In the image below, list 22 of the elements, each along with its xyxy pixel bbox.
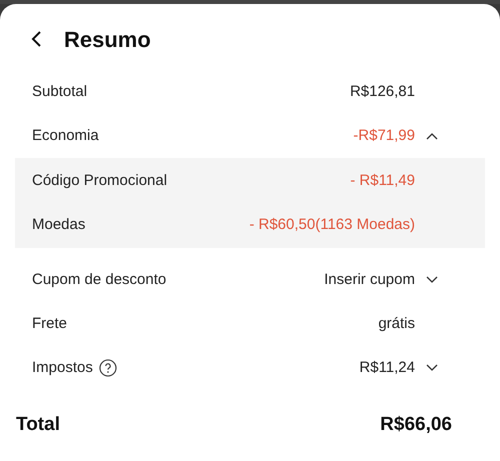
- row-label: Frete: [32, 314, 68, 334]
- row-value: -R$71,99: [353, 126, 415, 146]
- total-value: R$66,06: [380, 412, 452, 437]
- row-value: grátis: [378, 314, 415, 334]
- row-label: Subtotal: [32, 82, 88, 102]
- row-label: Código Promocional: [32, 170, 168, 191]
- chevron-down-icon[interactable]: [426, 364, 438, 372]
- row-label: Impostos: [32, 358, 93, 378]
- back-icon[interactable]: [30, 30, 42, 48]
- row-value: Inserir cupom: [324, 270, 415, 290]
- chevron-up-icon[interactable]: [426, 132, 438, 140]
- row-value: R$11,24: [359, 358, 415, 378]
- help-icon[interactable]: [98, 359, 117, 377]
- page-title: Resumo: [64, 26, 151, 54]
- row-value: - R$11,49: [350, 170, 415, 191]
- row-value: - R$60,50(1163 Moedas): [249, 214, 415, 235]
- row-label: Cupom de desconto: [32, 270, 166, 290]
- row-value: R$126,81: [350, 82, 415, 102]
- chevron-down-icon[interactable]: [426, 276, 438, 284]
- row-label: Economia: [32, 126, 99, 146]
- total-label: Total: [16, 412, 60, 437]
- row-label: Moedas: [32, 214, 86, 235]
